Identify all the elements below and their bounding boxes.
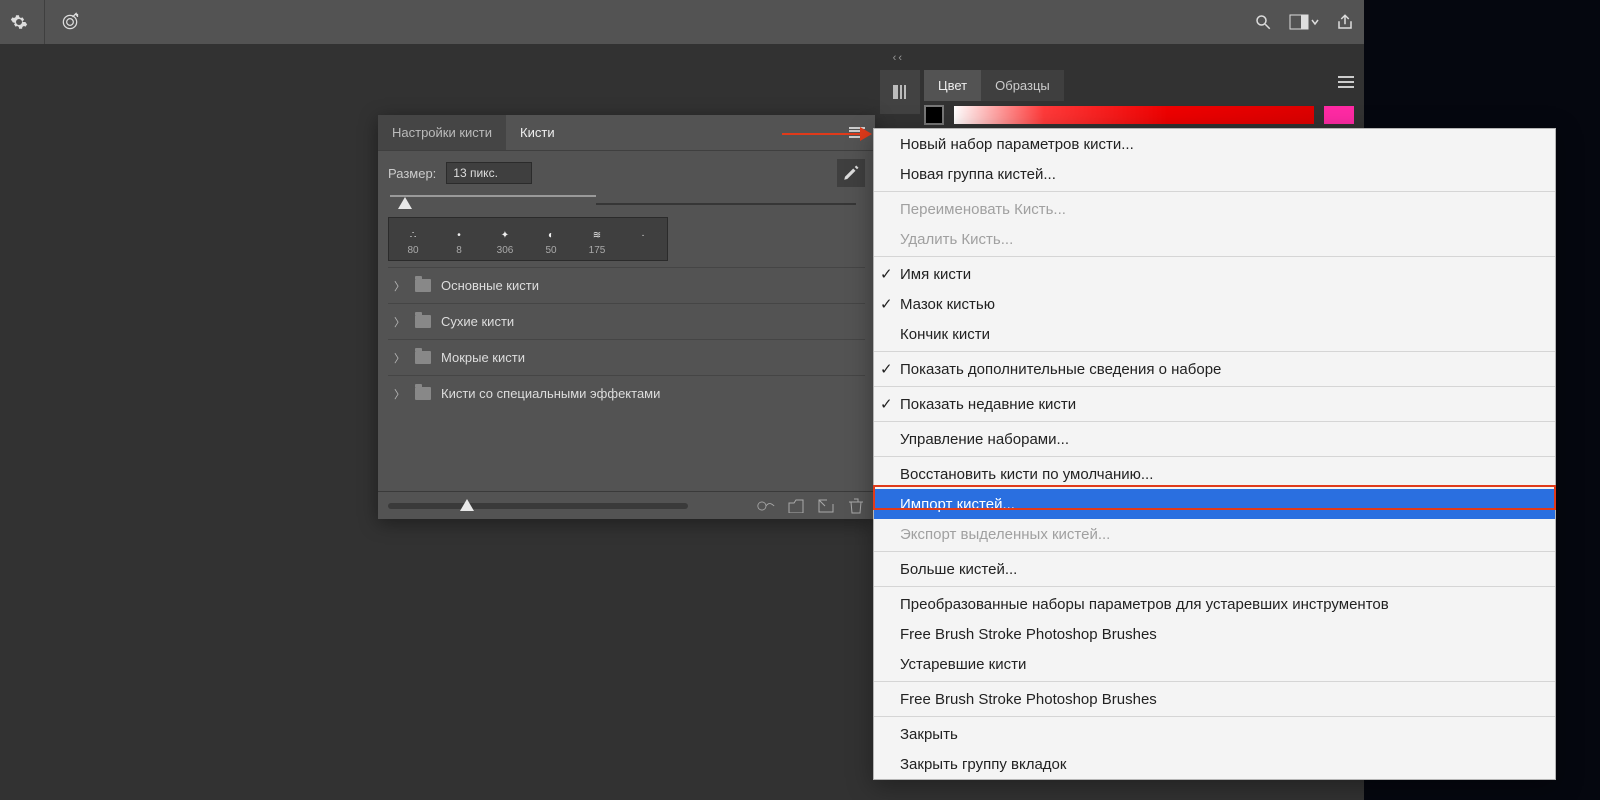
menu-item-label: Закрыть bbox=[900, 726, 958, 743]
save-to-library-icon[interactable] bbox=[787, 498, 805, 514]
gear-icon[interactable] bbox=[8, 11, 30, 33]
menu-item-label: Free Brush Stroke Photoshop Brushes bbox=[900, 691, 1157, 708]
trash-icon[interactable] bbox=[847, 498, 865, 514]
color-ramp[interactable] bbox=[954, 106, 1314, 124]
tab-swatches[interactable]: Образцы bbox=[981, 70, 1064, 101]
new-brush-icon[interactable] bbox=[817, 498, 835, 514]
menu-item[interactable]: Закрыть bbox=[874, 719, 1555, 749]
tab-brush-settings[interactable]: Настройки кисти bbox=[378, 115, 506, 150]
folder-icon bbox=[415, 387, 431, 400]
tab-color[interactable]: Цвет bbox=[924, 70, 981, 101]
separator bbox=[44, 0, 45, 44]
check-icon: ✓ bbox=[880, 265, 893, 283]
recent-brush-item[interactable]: · bbox=[621, 220, 665, 258]
menu-item-label: Управление наборами... bbox=[900, 431, 1069, 448]
recent-brush-item[interactable]: ∴80 bbox=[391, 220, 435, 258]
menu-item-label: Кончик кисти bbox=[900, 326, 990, 343]
menu-item-label: Показать недавние кисти bbox=[900, 396, 1076, 413]
recent-brush-item[interactable]: ≋175 bbox=[575, 220, 619, 258]
toggle-brush-preview-icon[interactable] bbox=[837, 159, 865, 187]
brush-size-label: Размер: bbox=[388, 166, 436, 181]
menu-item: Экспорт выделенных кистей... bbox=[874, 519, 1555, 549]
chevron-right-icon: 〉 bbox=[394, 314, 405, 330]
menu-item-label: Показать дополнительные сведения о набор… bbox=[900, 361, 1221, 378]
brushes-panel-flyout-menu: Новый набор параметров кисти... Новая гру… bbox=[873, 128, 1556, 780]
brush-folder-item[interactable]: 〉Основные кисти bbox=[388, 267, 865, 303]
menu-item[interactable]: Free Brush Stroke Photoshop Brushes bbox=[874, 684, 1555, 714]
brush-size-slider[interactable] bbox=[390, 195, 863, 209]
menu-item-label: Новая группа кистей... bbox=[900, 166, 1056, 183]
recent-brush-item[interactable]: ✦306 bbox=[483, 220, 527, 258]
menu-item: Удалить Кисть... bbox=[874, 224, 1555, 254]
menu-item[interactable]: Больше кистей... bbox=[874, 554, 1555, 584]
chevron-right-icon: 〉 bbox=[394, 350, 405, 366]
menu-item[interactable]: ✓ Показать недавние кисти bbox=[874, 389, 1555, 419]
brush-folder-item[interactable]: 〉Кисти со специальными эффектами bbox=[388, 375, 865, 411]
menu-item[interactable]: Закрыть группу вкладок bbox=[874, 749, 1555, 779]
menu-item[interactable]: Восстановить кисти по умолчанию... bbox=[874, 459, 1555, 489]
brushes-panel: Настройки кисти Кисти Размер: 13 пикс. ∴… bbox=[378, 115, 875, 519]
menu-item[interactable]: Free Brush Stroke Photoshop Brushes bbox=[874, 619, 1555, 649]
color-panel-menu-icon[interactable] bbox=[1338, 76, 1354, 88]
menu-item[interactable]: Устаревшие кисти bbox=[874, 649, 1555, 679]
menu-item[interactable]: Импорт кистей... bbox=[874, 489, 1555, 519]
tab-brushes[interactable]: Кисти bbox=[506, 115, 569, 150]
brush-folder-item[interactable]: 〉Сухие кисти bbox=[388, 303, 865, 339]
menu-item-label: Мазок кистью bbox=[900, 296, 995, 313]
annotation-arrow bbox=[782, 128, 872, 140]
menu-item[interactable]: ✓ Имя кисти bbox=[874, 259, 1555, 289]
live-tip-preview-icon[interactable] bbox=[757, 498, 775, 514]
menu-item[interactable]: Новый набор параметров кисти... bbox=[874, 129, 1555, 159]
menu-item-label: Закрыть группу вкладок bbox=[900, 756, 1066, 773]
recent-brushes-strip: ∴80 •8 ✦306 ◐50 ≋175 · bbox=[388, 217, 668, 261]
color-panel-body bbox=[924, 104, 1354, 126]
menu-item-label: Новый набор параметров кисти... bbox=[900, 136, 1134, 153]
menu-item[interactable]: Управление наборами... bbox=[874, 424, 1555, 454]
brush-size-input[interactable]: 13 пикс. bbox=[446, 162, 532, 184]
dock-icon-column[interactable] bbox=[880, 70, 920, 114]
search-icon[interactable] bbox=[1252, 11, 1274, 33]
workspace-switcher-icon[interactable] bbox=[1288, 11, 1320, 33]
options-bar bbox=[0, 0, 1364, 44]
menu-item[interactable]: Преобразованные наборы параметров для ус… bbox=[874, 589, 1555, 619]
menu-item-label: Переименовать Кисть... bbox=[900, 201, 1066, 218]
color-ramp-end[interactable] bbox=[1324, 106, 1354, 124]
share-icon[interactable] bbox=[1334, 11, 1356, 33]
recent-brush-item[interactable]: ◐50 bbox=[529, 220, 573, 258]
menu-item-label: Устаревшие кисти bbox=[900, 656, 1026, 673]
brushes-panel-footer bbox=[378, 491, 875, 519]
menu-item: Переименовать Кисть... bbox=[874, 194, 1555, 224]
color-panel-dock: ‹‹ Цвет Образцы bbox=[874, 54, 1354, 134]
menu-item-label: Удалить Кисть... bbox=[900, 231, 1013, 248]
brush-folders-list: 〉Основные кисти 〉Сухие кисти 〉Мокрые кис… bbox=[388, 267, 865, 411]
check-icon: ✓ bbox=[880, 395, 893, 413]
folder-icon bbox=[415, 351, 431, 364]
folder-icon bbox=[415, 279, 431, 292]
check-icon: ✓ bbox=[880, 295, 893, 313]
menu-item-label: Преобразованные наборы параметров для ус… bbox=[900, 596, 1389, 613]
brush-folder-item[interactable]: 〉Мокрые кисти bbox=[388, 339, 865, 375]
menu-item[interactable]: ✓ Показать дополнительные сведения о набо… bbox=[874, 354, 1555, 384]
menu-item-label: Экспорт выделенных кистей... bbox=[900, 526, 1110, 543]
menu-item[interactable]: Кончик кисти bbox=[874, 319, 1555, 349]
menu-item-label: Импорт кистей... bbox=[900, 496, 1015, 513]
menu-item-label: Больше кистей... bbox=[900, 561, 1017, 578]
menu-item-label: Имя кисти bbox=[900, 266, 971, 283]
check-icon: ✓ bbox=[880, 360, 893, 378]
brush-size-row: Размер: 13 пикс. bbox=[388, 159, 865, 187]
chevron-right-icon: 〉 bbox=[394, 386, 405, 402]
menu-item[interactable]: ✓ Мазок кистью bbox=[874, 289, 1555, 319]
menu-item-label: Восстановить кисти по умолчанию... bbox=[900, 466, 1153, 483]
target-icon[interactable] bbox=[59, 11, 81, 33]
chevron-right-icon: 〉 bbox=[394, 278, 405, 294]
recent-brush-item[interactable]: •8 bbox=[437, 220, 481, 258]
thumbnail-size-slider[interactable] bbox=[388, 503, 688, 509]
folder-icon bbox=[415, 315, 431, 328]
dock-collapse-icon[interactable]: ‹‹ bbox=[893, 52, 904, 64]
foreground-color-swatch[interactable] bbox=[924, 105, 944, 125]
menu-item[interactable]: Новая группа кистей... bbox=[874, 159, 1555, 189]
menu-item-label: Free Brush Stroke Photoshop Brushes bbox=[900, 626, 1157, 643]
